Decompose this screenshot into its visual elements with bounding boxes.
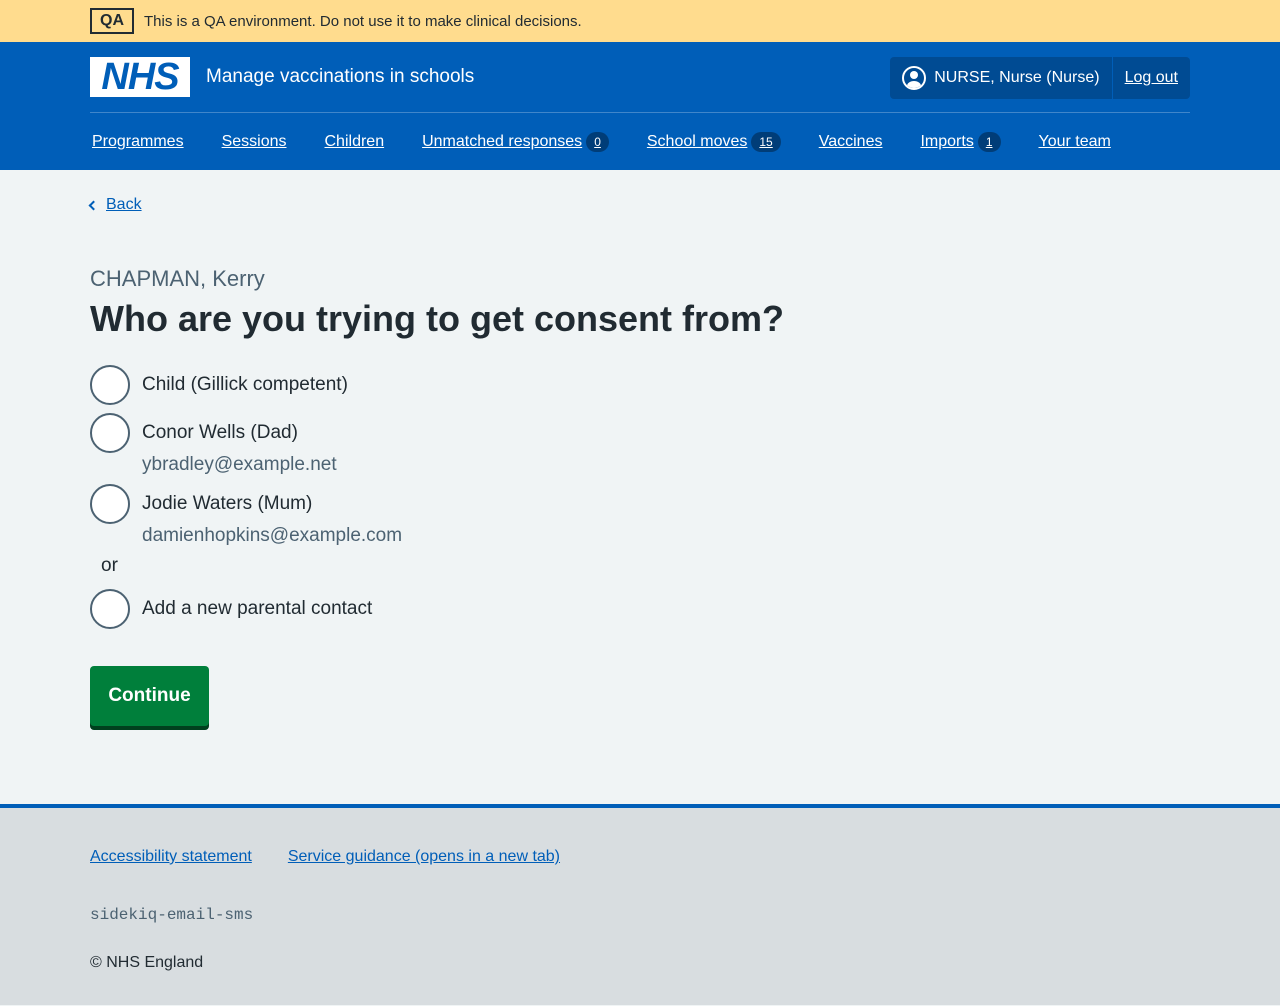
radio-option-mum[interactable]: Jodie Waters (Mum) damienhopkins@example… <box>90 484 402 547</box>
account-user-name: NURSE, Nurse (Nurse) <box>934 69 1100 86</box>
nav-children[interactable]: Children <box>323 133 385 151</box>
count-badge: 1 <box>977 131 1001 152</box>
nhs-logo-text: NHS <box>101 56 179 98</box>
radio-label[interactable]: Conor Wells (Dad) <box>142 422 337 444</box>
nav-label: Your team <box>1038 132 1111 150</box>
nav-label: Sessions <box>221 132 287 150</box>
nav-label: Children <box>324 132 385 150</box>
count-badge: 0 <box>586 131 609 152</box>
radio-hint: ybradley@example.net <box>142 454 337 475</box>
nav-label: Programmes <box>92 132 184 150</box>
nav-label: School moves <box>646 132 748 150</box>
nav-sessions[interactable]: Sessions <box>220 133 287 151</box>
radio-button[interactable] <box>90 484 130 524</box>
page-title: Who are you trying to get consent from? <box>90 298 785 339</box>
nav-unmatched-responses[interactable]: Unmatched responses 0 <box>420 131 609 152</box>
chevron-left-icon <box>88 200 99 210</box>
environment-name: sidekiq-email-sms <box>90 906 254 924</box>
radio-option-dad[interactable]: Conor Wells (Dad) ybradley@example.net <box>90 413 402 476</box>
nav-your-team[interactable]: Your team <box>1037 133 1111 151</box>
continue-button[interactable]: Continue <box>90 666 209 726</box>
nhs-logo[interactable]: NHS <box>90 57 190 97</box>
radio-label[interactable]: Child (Gillick competent) <box>142 374 348 396</box>
back-link[interactable]: Back <box>88 196 142 214</box>
radio-option-new-contact[interactable]: Add a new parental contact <box>90 589 402 629</box>
header: NHS Manage vaccinations in schools NURSE… <box>0 42 1280 170</box>
radio-divider: or <box>101 555 118 576</box>
nav-label: Imports <box>920 132 974 150</box>
radio-button[interactable] <box>90 589 130 629</box>
patient-caption: CHAPMAN, Kerry <box>90 266 265 291</box>
service-name[interactable]: Manage vaccinations in schools <box>206 66 474 88</box>
user-icon <box>902 66 927 90</box>
qa-banner: QA This is a QA environment. Do not use … <box>0 0 1280 42</box>
copyright: © NHS England <box>90 954 204 971</box>
footer-links: Accessibility statement Service guidance… <box>90 848 596 866</box>
nav-vaccines[interactable]: Vaccines <box>817 133 883 151</box>
qa-banner-text: This is a QA environment. Do not use it … <box>144 12 582 30</box>
count-badge: 15 <box>751 131 781 152</box>
consent-radio-group: Child (Gillick competent) Conor Wells (D… <box>90 365 402 637</box>
radio-label[interactable]: Add a new parental contact <box>142 598 372 620</box>
logout-link[interactable]: Log out <box>1113 69 1190 87</box>
radio-hint: damienhopkins@example.com <box>142 525 403 546</box>
nav-label: Unmatched responses <box>422 132 583 150</box>
account-panel: NURSE, Nurse (Nurse) Log out <box>890 57 1190 99</box>
radio-button[interactable] <box>90 413 130 453</box>
accessibility-statement-link[interactable]: Accessibility statement <box>90 848 252 866</box>
primary-nav: Programmes Sessions Children Unmatched r… <box>90 113 1190 170</box>
back-label: Back <box>106 196 142 213</box>
header-top: NHS Manage vaccinations in schools NURSE… <box>90 42 1190 113</box>
main-content: Back CHAPMAN, Kerry Who are you trying t… <box>0 170 1280 804</box>
nav-programmes[interactable]: Programmes <box>90 133 184 151</box>
footer: Accessibility statement Service guidance… <box>0 804 1280 1005</box>
nav-imports[interactable]: Imports 1 <box>918 131 1001 152</box>
qa-tag: QA <box>90 8 134 34</box>
service-guidance-link[interactable]: Service guidance (opens in a new tab) <box>288 848 560 866</box>
radio-button[interactable] <box>90 365 130 405</box>
account-user: NURSE, Nurse (Nurse) <box>890 57 1113 99</box>
nav-label: Vaccines <box>818 132 883 150</box>
nav-school-moves[interactable]: School moves 15 <box>645 131 781 152</box>
radio-label[interactable]: Jodie Waters (Mum) <box>142 493 402 515</box>
radio-option-child[interactable]: Child (Gillick competent) <box>90 365 402 405</box>
